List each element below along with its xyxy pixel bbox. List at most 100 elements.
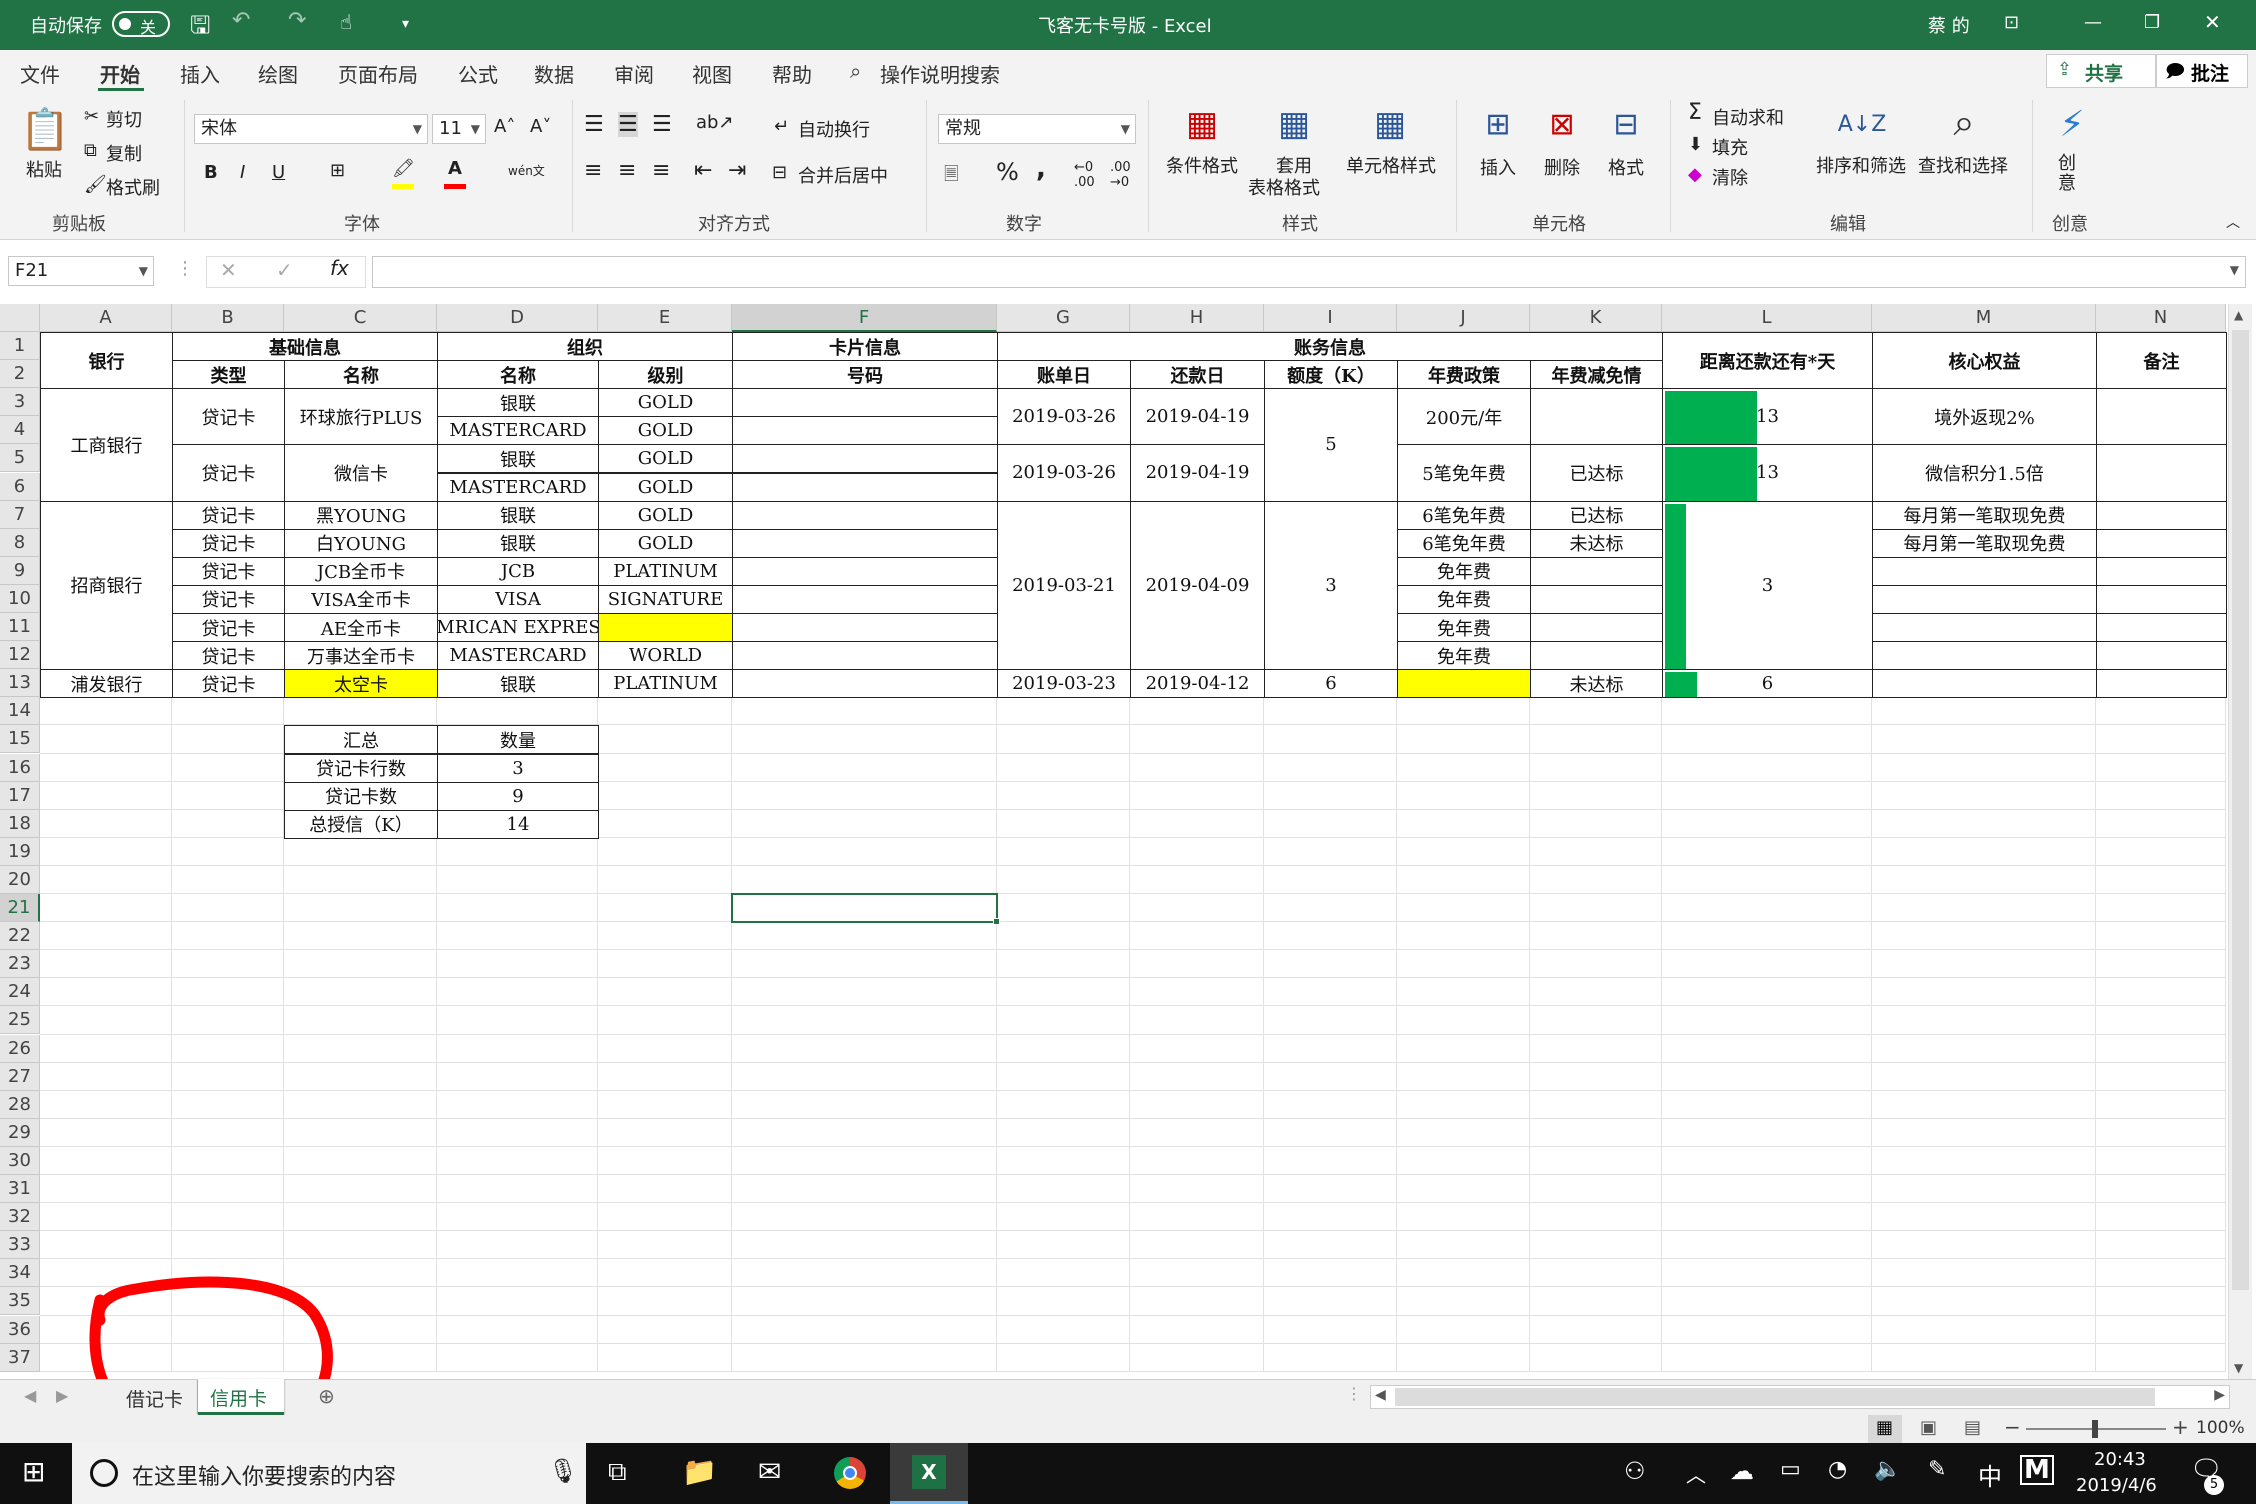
core-benefit[interactable]: 境外返现2% <box>1872 388 2097 446</box>
card-type[interactable]: 贷记卡 <box>172 528 285 558</box>
core-benefit[interactable]: 每月第一笔取现免费 <box>1872 500 2097 530</box>
accounting-icon[interactable]: 🗏 <box>944 162 958 192</box>
row-header-21[interactable]: 21 <box>0 894 40 923</box>
tab-data[interactable]: 数据 <box>534 59 574 88</box>
comments-button[interactable]: 🗩 批注 <box>2156 54 2248 88</box>
fee-waiver-status[interactable]: 未达标 <box>1530 669 1663 699</box>
row-header-19[interactable]: 19 <box>0 837 40 866</box>
card-number[interactable] <box>732 444 998 474</box>
row-header-31[interactable]: 31 <box>0 1175 40 1204</box>
card-type[interactable]: 贷记卡 <box>172 669 285 699</box>
tab-help[interactable]: 帮助 <box>772 59 812 88</box>
annual-fee-policy[interactable]: 免年费 <box>1397 641 1531 671</box>
volume-icon[interactable]: 🔈 <box>1874 1457 1901 1482</box>
remarks[interactable] <box>2096 388 2227 446</box>
row-header-37[interactable]: 37 <box>0 1343 40 1372</box>
format-as-table-icon[interactable]: ▦ <box>1272 104 1316 144</box>
next-sheet-icon[interactable]: ▶ <box>56 1386 68 1405</box>
repay-date[interactable]: 2019-04-12 <box>1130 669 1265 699</box>
card-organization[interactable]: AMRICAN EXPRESS <box>437 613 599 643</box>
column-header-N[interactable]: N <box>2096 304 2226 332</box>
column-header-J[interactable]: J <box>1397 304 1530 332</box>
header-account-info[interactable]: 账务信息 <box>997 332 1663 362</box>
row-header-1[interactable]: 1 <box>0 332 40 361</box>
sheet-tab-credit[interactable]: 信用卡 <box>198 1379 284 1415</box>
row-header-22[interactable]: 22 <box>0 922 40 951</box>
row-header-11[interactable]: 11 <box>0 613 40 642</box>
bill-date[interactable]: 2019-03-23 <box>997 669 1131 699</box>
bill-date[interactable]: 2019-03-26 <box>997 444 1131 502</box>
header-core-benefit[interactable]: 核心权益 <box>1872 332 2097 390</box>
delete-cells-icon[interactable]: ⊠ <box>1540 104 1584 144</box>
taskbar-search[interactable]: 在这里输入你要搜索的内容 🎙 <box>72 1443 586 1504</box>
days-until-due-cell[interactable]: 13 <box>1662 388 1873 446</box>
header-limit[interactable]: 额度（K） <box>1264 360 1398 390</box>
card-name[interactable]: AE全币卡 <box>284 613 438 643</box>
core-benefit[interactable] <box>1872 669 2097 699</box>
column-header-C[interactable]: C <box>284 304 437 332</box>
underline-icon[interactable]: U <box>272 162 285 183</box>
scroll-right-icon[interactable]: ▶ <box>2214 1387 2225 1403</box>
column-header-L[interactable]: L <box>1662 304 1872 332</box>
search-icon[interactable]: ⌕ <box>850 59 861 83</box>
summary-label[interactable]: 贷记卡行数 <box>284 753 438 783</box>
annual-fee-policy[interactable]: 免年费 <box>1397 613 1531 643</box>
decrease-decimal-icon[interactable]: .00 →0 <box>1110 160 1131 190</box>
share-button[interactable]: ⇪ 共享 <box>2046 54 2156 88</box>
increase-font-icon[interactable]: A˄ <box>494 116 515 137</box>
battery-icon[interactable]: ▭ <box>1780 1457 1801 1482</box>
card-type[interactable]: 贷记卡 <box>172 388 285 446</box>
bank-name[interactable]: 浦发银行 <box>40 669 173 699</box>
row-header-13[interactable]: 13 <box>0 669 40 698</box>
card-name[interactable]: 白YOUNG <box>284 528 438 558</box>
cut-icon[interactable]: ✂ <box>84 106 99 127</box>
percent-icon[interactable]: % <box>996 158 1019 186</box>
align-bottom-icon[interactable]: ☰ <box>652 112 672 137</box>
italic-icon[interactable]: I <box>240 162 245 183</box>
days-until-due-cell[interactable]: 13 <box>1662 444 1873 502</box>
tab-home[interactable]: 开始 <box>100 59 140 88</box>
fee-waiver-status[interactable] <box>1530 584 1663 614</box>
core-benefit[interactable]: 微信积分1.5倍 <box>1872 444 2097 502</box>
remarks[interactable] <box>2096 500 2227 530</box>
clock-date[interactable]: 2019/4/6 <box>2076 1475 2157 1496</box>
header-org-name[interactable]: 名称 <box>437 360 599 390</box>
remarks[interactable] <box>2096 669 2227 699</box>
card-type[interactable]: 贷记卡 <box>172 556 285 586</box>
row-header-33[interactable]: 33 <box>0 1231 40 1260</box>
row-header-27[interactable]: 27 <box>0 1062 40 1091</box>
page-layout-view-icon[interactable]: ▣ <box>1920 1417 1937 1438</box>
header-bank[interactable]: 银行 <box>40 332 173 390</box>
row-header-12[interactable]: 12 <box>0 641 40 670</box>
row-header-4[interactable]: 4 <box>0 416 40 445</box>
number-format-box[interactable]: 常规 ▼ <box>938 114 1136 144</box>
close-icon[interactable]: ✕ <box>2204 10 2221 34</box>
split-handle[interactable]: ⋮ <box>1346 1384 1362 1403</box>
ime-indicator[interactable]: 中 <box>1978 1457 2002 1492</box>
card-number[interactable] <box>732 388 998 418</box>
pen-icon[interactable]: ✎ <box>1928 1457 1946 1482</box>
column-header-M[interactable]: M <box>1872 304 2096 332</box>
conditional-format-label[interactable]: 条件格式 <box>1166 152 1238 178</box>
header-level[interactable]: 级别 <box>598 360 733 390</box>
wrap-text-label[interactable]: 自动换行 <box>798 116 870 142</box>
fee-waiver-status[interactable] <box>1530 556 1663 586</box>
header-repay-day[interactable]: 还款日 <box>1130 360 1265 390</box>
card-organization[interactable]: 银联 <box>437 528 599 558</box>
fee-waiver-status[interactable] <box>1530 641 1663 671</box>
card-level[interactable] <box>598 613 733 643</box>
find-select-label[interactable]: 查找和选择 <box>1918 152 2008 178</box>
column-header-E[interactable]: E <box>598 304 732 332</box>
days-until-due-cell[interactable]: 3 <box>1662 500 1873 671</box>
bank-name[interactable]: 招商银行 <box>40 500 173 671</box>
microphone-icon[interactable]: 🎙 <box>548 1457 578 1485</box>
annual-fee-policy[interactable]: 6笔免年费 <box>1397 500 1531 530</box>
show-hidden-icons[interactable]: ︿ <box>1686 1459 1706 1488</box>
scroll-up-icon[interactable]: ▲ <box>2234 308 2243 322</box>
ime-mode-icon[interactable]: M <box>2020 1455 2054 1485</box>
insert-cells-icon[interactable]: ⊞ <box>1476 104 1520 144</box>
remarks[interactable] <box>2096 528 2227 558</box>
file-explorer-icon[interactable]: 📁 <box>682 1455 717 1488</box>
paste-label[interactable]: 粘贴 <box>26 156 62 182</box>
redo-icon[interactable]: ↷ <box>288 8 306 33</box>
